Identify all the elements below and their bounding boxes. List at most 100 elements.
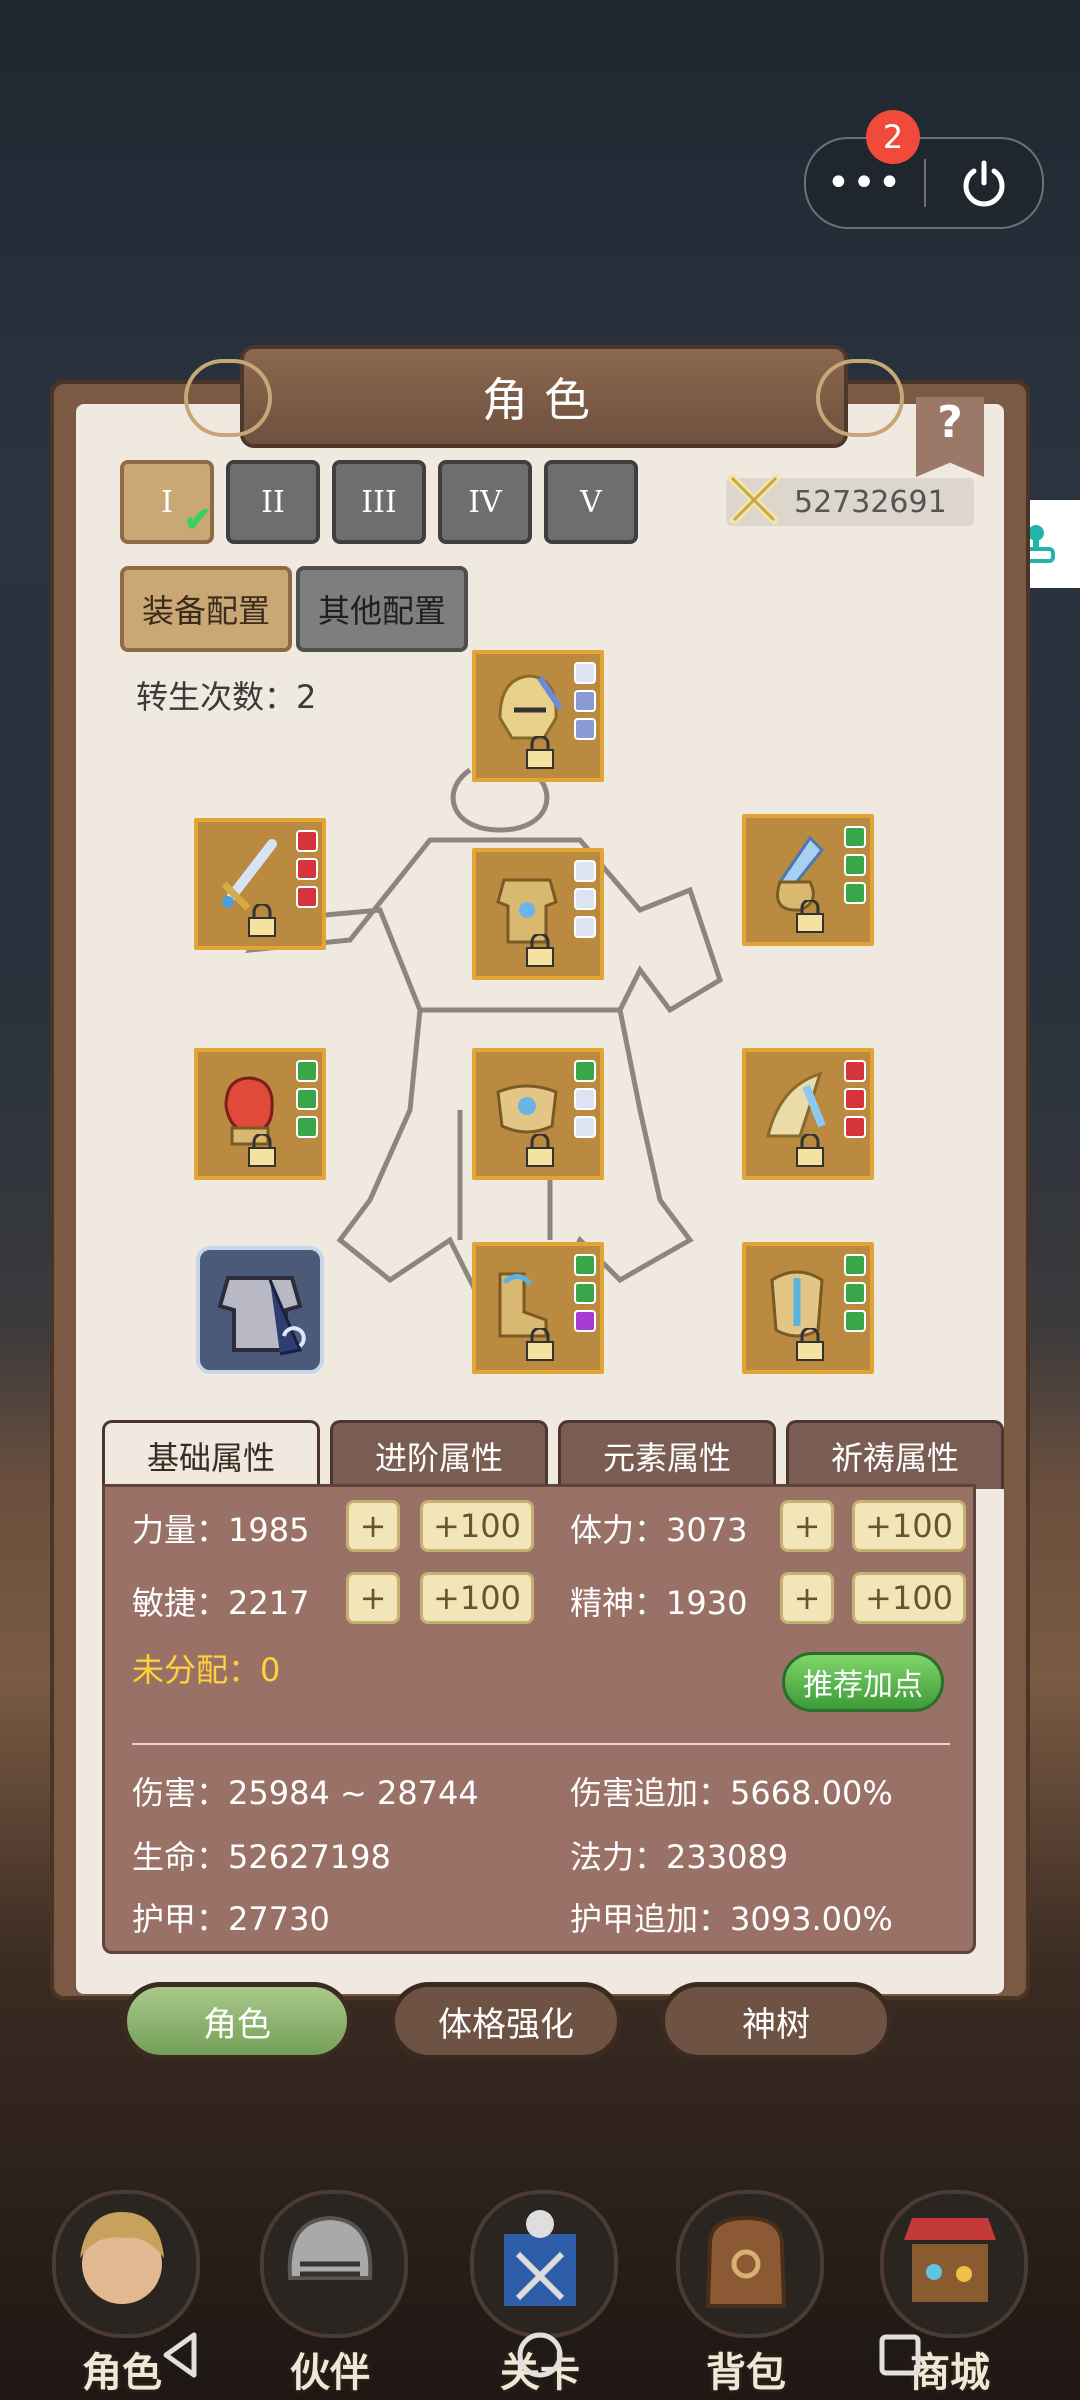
spirit-plus-button[interactable]: +: [780, 1572, 834, 1624]
gem: [296, 858, 318, 880]
stat-armor: 护甲：27730: [132, 1900, 330, 1938]
combat-power-box: 52732691: [726, 474, 974, 526]
gem-sockets: [844, 826, 866, 904]
ornament-left: [184, 359, 272, 437]
lock-icon: [248, 904, 276, 937]
tab-element-attributes[interactable]: 元素属性: [558, 1420, 776, 1489]
notification-badge: 2: [866, 110, 920, 164]
equip-slot-shoulder[interactable]: [742, 814, 874, 946]
strength-plus100-button[interactable]: +100: [420, 1500, 534, 1552]
home-icon[interactable]: [510, 2325, 570, 2385]
gem: [844, 1282, 866, 1304]
stat-stamina: 体力：3073: [570, 1511, 748, 1549]
loadout-tabs: I ✔ II III IV V: [120, 460, 638, 544]
lock-icon: [526, 1328, 554, 1361]
tab-prayer-attributes[interactable]: 祈祷属性: [786, 1420, 1004, 1489]
loadout-tab-label: IV: [468, 484, 502, 520]
lock-icon: [796, 1134, 824, 1167]
gem: [574, 1282, 596, 1304]
lock-icon: [796, 1328, 824, 1361]
gem: [296, 886, 318, 908]
loadout-tab-5[interactable]: V: [544, 460, 638, 544]
equip-slot-wings[interactable]: [742, 1048, 874, 1180]
stamina-plus-button[interactable]: +: [780, 1500, 834, 1552]
equip-slot-accessory[interactable]: [742, 1242, 874, 1374]
other-config-button[interactable]: 其他配置: [296, 566, 468, 652]
power-icon: [963, 160, 1005, 207]
loadout-tab-label: V: [580, 484, 602, 520]
tab-advanced-attributes[interactable]: 进阶属性: [330, 1420, 548, 1489]
gem: [574, 690, 596, 712]
loadout-tab-label: I: [161, 484, 173, 520]
gem: [574, 1310, 596, 1332]
equip-slot-armor[interactable]: [472, 848, 604, 980]
lock-icon: [526, 934, 554, 967]
lock-icon: [526, 1134, 554, 1167]
agility-plus100-button[interactable]: +100: [420, 1572, 534, 1624]
gem: [844, 1060, 866, 1082]
stat-spirit: 精神：1930: [570, 1584, 748, 1622]
costume-slot[interactable]: [196, 1246, 324, 1374]
equip-slot-weapon[interactable]: [194, 818, 326, 950]
loadout-tab-2[interactable]: II: [226, 460, 320, 544]
gem: [844, 1310, 866, 1332]
equip-slot-helmet[interactable]: [472, 650, 604, 782]
loadout-tab-4[interactable]: IV: [438, 460, 532, 544]
panel-tab-character[interactable]: 角色: [122, 1982, 352, 2060]
equip-slot-boots[interactable]: [472, 1242, 604, 1374]
gem: [844, 1254, 866, 1276]
stat-damage: 伤害：25984 ~ 28744: [132, 1774, 479, 1812]
loadout-tab-3[interactable]: III: [332, 460, 426, 544]
gem: [574, 718, 596, 740]
loadout-tab-label: II: [261, 484, 285, 520]
combat-power-value: 52732691: [794, 484, 947, 520]
stat-armor-bonus: 护甲追加：3093.00%: [570, 1900, 893, 1938]
panel-tab-physique[interactable]: 体格强化: [390, 1982, 622, 2060]
panel-title-plate: 角色: [184, 345, 904, 448]
gem: [574, 1088, 596, 1110]
crossed-swords-icon: [728, 474, 780, 524]
gem: [296, 830, 318, 852]
strength-plus-button[interactable]: +: [346, 1500, 400, 1552]
gem: [574, 662, 596, 684]
gem-sockets: [844, 1060, 866, 1138]
lock-icon: [248, 1134, 276, 1167]
stat-mana: 法力：233089: [570, 1838, 789, 1876]
help-label: ?: [937, 397, 963, 448]
check-icon: ✔: [183, 500, 213, 540]
gem: [844, 826, 866, 848]
back-icon[interactable]: [150, 2325, 210, 2385]
costume-icon: [217, 1276, 306, 1356]
gem: [844, 882, 866, 904]
stamina-plus100-button[interactable]: +100: [852, 1500, 966, 1552]
gem-sockets: [844, 1254, 866, 1332]
gem: [574, 860, 596, 882]
agility-plus-button[interactable]: +: [346, 1572, 400, 1624]
mini-program-capsule: •••: [804, 137, 1044, 229]
attribute-divider: [132, 1743, 950, 1745]
stat-life: 生命：52627198: [132, 1838, 391, 1876]
lock-icon: [526, 736, 554, 769]
tab-basic-attributes[interactable]: 基础属性: [102, 1420, 320, 1489]
exit-power-button[interactable]: [926, 139, 1042, 227]
gem: [296, 1116, 318, 1138]
spirit-plus100-button[interactable]: +100: [852, 1572, 966, 1624]
panel-tab-divine-tree[interactable]: 神树: [660, 1982, 892, 2060]
system-navigation-bar: [0, 2310, 1080, 2400]
loadout-tab-label: III: [361, 484, 397, 520]
attribute-panel: [102, 1484, 976, 1954]
equip-slot-gloves[interactable]: [194, 1048, 326, 1180]
gem: [296, 1060, 318, 1082]
recents-icon[interactable]: [870, 2325, 930, 2385]
equip-slot-belt[interactable]: [472, 1048, 604, 1180]
gem: [844, 1116, 866, 1138]
ornament-right: [816, 359, 904, 437]
gem-sockets: [574, 1060, 596, 1138]
gem: [574, 1254, 596, 1276]
equip-config-button[interactable]: 装备配置: [120, 566, 292, 652]
recommend-points-button[interactable]: 推荐加点: [782, 1652, 944, 1712]
loadout-tab-1[interactable]: I ✔: [120, 460, 214, 544]
panel-title: 角色: [482, 372, 606, 427]
gem: [296, 1088, 318, 1110]
gem: [574, 1116, 596, 1138]
